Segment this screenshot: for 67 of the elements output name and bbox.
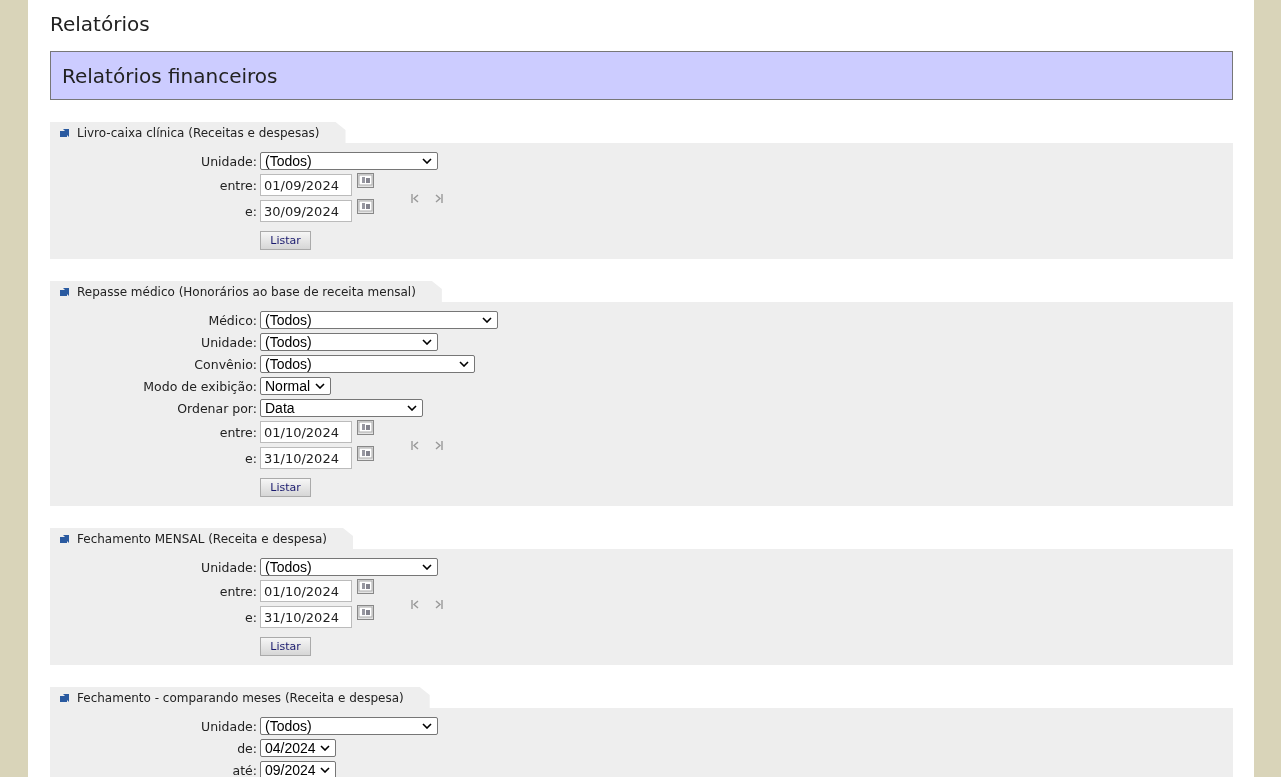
caret-icon [422,158,432,164]
field-label: de: [236,740,258,756]
arrow-icon [60,534,69,543]
dropdown[interactable]: (Todos) [260,717,438,735]
banner-title: Relatórios financeiros [62,63,278,88]
field-label: Médico: [207,312,258,328]
dropdown[interactable]: 04/2024 [260,739,336,757]
first-page-icon[interactable] [411,193,419,203]
last-page-icon[interactable] [435,440,443,450]
field-label: Unidade: [200,153,258,169]
page-title: Relatórios [50,12,151,38]
dropdown[interactable]: (Todos) [260,355,475,373]
field-label: e: [244,609,258,625]
section-title: Livro-caixa clínica (Receitas e despesas) [77,125,320,140]
list-button[interactable]: Listar [260,230,311,250]
section-title: Fechamento - comparando meses (Receita e despesa) [77,690,404,705]
field-label: Convênio: [193,356,258,372]
field-label: Unidade: [200,334,258,350]
date-input[interactable]: 01/10/2024 [260,421,352,443]
list-button[interactable]: Listar [260,477,311,497]
calendar-icon[interactable] [357,579,374,594]
field-label: Ordenar por: [176,400,258,416]
date-input[interactable]: 30/09/2024 [260,200,352,222]
field-label: entre: [218,583,258,599]
arrow-icon [60,128,69,137]
field-label: e: [244,203,258,219]
date-input[interactable]: 01/09/2024 [260,174,352,196]
caret-icon [422,723,432,729]
field-label: Modo de exibição: [142,378,258,394]
arrow-icon [60,693,69,702]
last-page-icon[interactable] [435,193,443,203]
calendar-icon[interactable] [357,446,374,461]
caret-icon [482,317,492,323]
calendar-icon[interactable] [357,605,374,620]
last-page-icon[interactable] [435,599,443,609]
caret-icon [422,564,432,570]
caret-icon [459,361,469,367]
date-input[interactable]: 31/10/2024 [260,606,352,628]
caret-icon [422,339,432,345]
date-input[interactable]: 31/10/2024 [260,447,352,469]
field-label: e: [244,450,258,466]
caret-icon [315,383,325,389]
section-title: Repasse médico (Honorários ao base de receita mensal) [77,284,416,299]
section-title: Fechamento MENSAL (Receita e despesa) [77,531,327,546]
first-page-icon[interactable] [411,440,419,450]
dropdown[interactable]: (Todos) [260,152,438,170]
caret-icon [320,745,330,751]
field-label: entre: [218,177,258,193]
dropdown[interactable]: Normal [260,377,331,395]
calendar-icon[interactable] [357,173,374,188]
list-button[interactable]: Listar [260,636,311,656]
dropdown[interactable]: (Todos) [260,558,438,576]
field-label: até: [231,762,258,777]
date-input[interactable]: 01/10/2024 [260,580,352,602]
first-page-icon[interactable] [411,599,419,609]
caret-icon [320,767,330,773]
field-label: Unidade: [200,559,258,575]
dropdown[interactable]: Data [260,399,423,417]
dropdown[interactable]: (Todos) [260,333,438,351]
dropdown[interactable]: (Todos) [260,311,498,329]
calendar-icon[interactable] [357,199,374,214]
calendar-icon[interactable] [357,420,374,435]
arrow-icon [60,287,69,296]
field-label: Unidade: [200,718,258,734]
dropdown[interactable]: 09/2024 [260,761,336,777]
caret-icon [407,405,417,411]
field-label: entre: [218,424,258,440]
